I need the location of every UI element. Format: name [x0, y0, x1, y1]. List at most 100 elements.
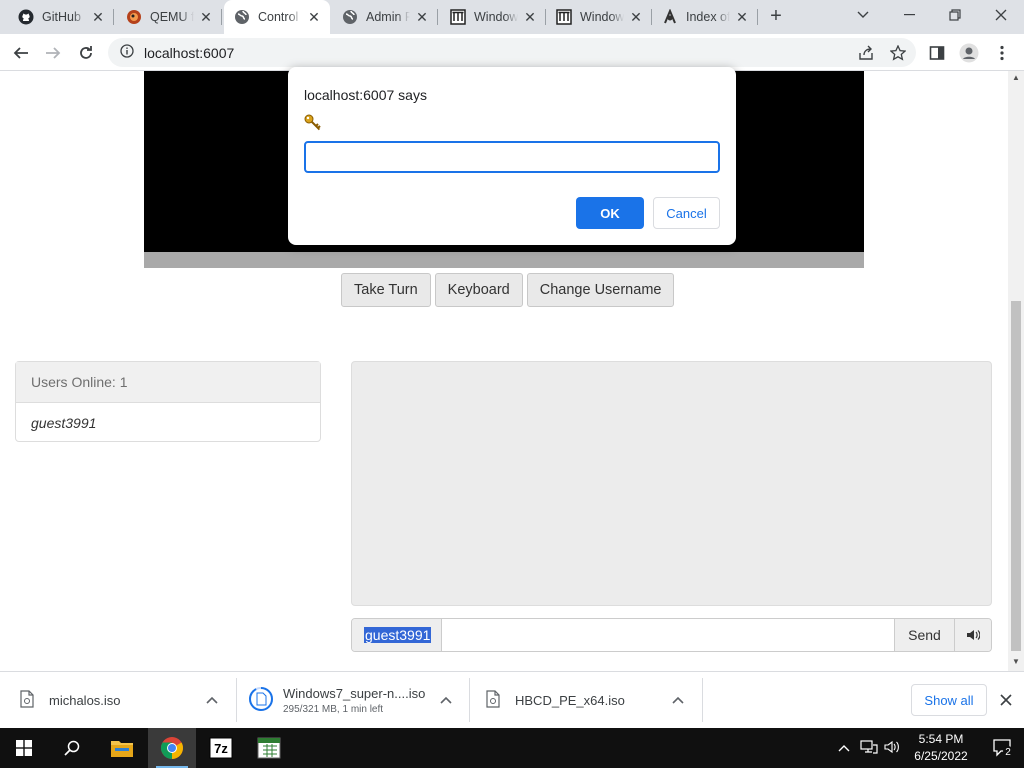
tab-label: Admin P	[366, 10, 410, 24]
close-icon[interactable]: ✕	[306, 9, 322, 25]
vm-display-bar	[144, 252, 864, 268]
7zip-label: 7z	[214, 741, 228, 756]
close-icon[interactable]: ✕	[734, 9, 750, 25]
dialog-title: localhost:6007 says	[304, 87, 427, 103]
notification-count: 2	[1005, 747, 1011, 758]
download-filename: michalos.iso	[49, 692, 121, 708]
ok-button[interactable]: OK	[576, 197, 644, 229]
file-icon	[20, 689, 34, 711]
reload-button[interactable]	[73, 40, 99, 66]
volume-icon[interactable]	[884, 740, 900, 757]
clock-time: 5:54 PM	[918, 732, 964, 746]
url-text: localhost:6007	[144, 44, 235, 61]
users-online-header: Users Online: 1	[16, 362, 320, 403]
windows-start-icon[interactable]	[0, 728, 48, 768]
page-scrollbar[interactable]: ▲ ▼	[1008, 71, 1024, 671]
tab-label: QEMU f	[150, 10, 194, 24]
downloads-bar: michalos.iso Windows7_super-n....iso 295…	[0, 671, 1024, 728]
download-filename: Windows7_super-n....iso	[283, 685, 426, 701]
change-username-button[interactable]: Change Username	[526, 273, 675, 307]
tab-label: Window	[474, 10, 518, 24]
info-icon[interactable]	[120, 44, 134, 61]
tab-window-2[interactable]: Window ✕	[546, 0, 652, 34]
profile-avatar-icon[interactable]	[956, 40, 982, 66]
tab-admin[interactable]: Admin P ✕	[332, 0, 438, 34]
minimize-button[interactable]	[886, 0, 932, 30]
back-button[interactable]	[8, 40, 34, 66]
qemu-icon	[126, 9, 142, 25]
download-filename: HBCD_PE_x64.iso	[515, 692, 625, 708]
share-icon[interactable]	[853, 40, 879, 66]
tab-github[interactable]: GitHub ✕	[8, 0, 114, 34]
close-icon[interactable]: ✕	[522, 9, 538, 25]
7zip-icon[interactable]: 7z	[197, 728, 245, 768]
user-list-item: guest3991	[31, 414, 97, 431]
menu-kebab-icon[interactable]	[989, 40, 1015, 66]
divider	[702, 678, 703, 722]
scroll-down-arrow-icon[interactable]: ▼	[1008, 655, 1024, 669]
chevron-up-icon[interactable]	[672, 693, 684, 707]
archive-icon	[450, 9, 466, 25]
tab-qemu[interactable]: QEMU f ✕	[116, 0, 222, 34]
forward-button[interactable]	[40, 40, 66, 66]
restore-button[interactable]	[932, 0, 978, 30]
key-icon	[304, 114, 322, 135]
download-progress-ring-icon	[248, 686, 274, 715]
divider	[469, 678, 470, 722]
chat-username-label: guest3991	[364, 627, 432, 643]
keyboard-button[interactable]: Keyboard	[434, 273, 523, 307]
close-icon[interactable]: ✕	[90, 9, 106, 25]
tab-index[interactable]: Index of ✕	[652, 0, 758, 34]
tab-strip: GitHub ✕ QEMU f ✕ Control ✕ Admin P ✕ Wi…	[0, 0, 1024, 34]
file-explorer-icon[interactable]	[98, 728, 146, 768]
scrollbar-thumb[interactable]	[1011, 301, 1021, 651]
download-info: Windows7_super-n....iso 295/321 MB, 1 mi…	[283, 686, 425, 715]
close-icon[interactable]: ✕	[628, 9, 644, 25]
search-icon[interactable]	[48, 728, 96, 768]
tab-label: Index of	[686, 10, 730, 24]
clock-date: 6/25/2022	[914, 749, 968, 763]
browser-toolbar: localhost:6007	[0, 34, 1024, 71]
side-panel-icon[interactable]	[924, 40, 950, 66]
tab-label: Control	[258, 10, 299, 24]
close-downloads-bar-button[interactable]	[996, 688, 1016, 712]
tab-label: GitHub	[42, 10, 81, 24]
tab-window-1[interactable]: Window ✕	[440, 0, 546, 34]
close-icon[interactable]: ✕	[414, 9, 430, 25]
download-item[interactable]: michalos.iso	[20, 678, 230, 722]
send-button[interactable]: Send	[894, 619, 954, 651]
new-tab-button[interactable]: +	[765, 6, 787, 28]
show-all-button[interactable]: Show all	[911, 684, 987, 716]
download-item[interactable]: HBCD_PE_x64.iso	[486, 678, 696, 722]
system-clock[interactable]: 5:54 PM 6/25/2022	[906, 731, 976, 765]
download-item-in-progress[interactable]: Windows7_super-n....iso 295/321 MB, 1 mi…	[248, 678, 462, 722]
dialog-input[interactable]	[304, 141, 720, 173]
download-status: 295/321 MB, 1 min left	[283, 703, 384, 715]
chat-input-bar: guest3991 Send	[351, 618, 992, 652]
scroll-up-arrow-icon[interactable]: ▲	[1008, 71, 1024, 85]
prompt-dialog: localhost:6007 says OK Cancel	[288, 67, 736, 245]
chrome-icon[interactable]	[148, 728, 196, 768]
tab-search-chevron-icon[interactable]	[840, 0, 886, 30]
github-icon	[18, 9, 34, 25]
chevron-up-icon[interactable]	[440, 693, 452, 707]
tab-control[interactable]: Control ✕	[224, 0, 330, 34]
spreadsheet-app-icon[interactable]	[245, 728, 293, 768]
chat-username: guest3991	[352, 619, 442, 651]
chat-message-input[interactable]	[442, 619, 894, 651]
users-online-panel: Users Online: 1 guest3991	[15, 361, 321, 442]
tab-label: Window	[580, 10, 624, 24]
volume-icon[interactable]	[954, 619, 991, 651]
show-hidden-icons-chevron-icon[interactable]	[838, 741, 850, 755]
notification-center-icon[interactable]: 2	[982, 728, 1024, 768]
take-turn-button[interactable]: Take Turn	[341, 273, 431, 307]
chat-log	[351, 361, 992, 606]
bookmark-star-icon[interactable]	[885, 40, 911, 66]
close-icon[interactable]: ✕	[198, 9, 214, 25]
address-bar[interactable]: localhost:6007	[108, 38, 916, 67]
cancel-button[interactable]: Cancel	[653, 197, 720, 229]
chevron-up-icon[interactable]	[206, 693, 218, 707]
file-icon	[486, 689, 500, 711]
network-icon[interactable]	[860, 739, 878, 757]
close-window-button[interactable]	[978, 0, 1024, 30]
